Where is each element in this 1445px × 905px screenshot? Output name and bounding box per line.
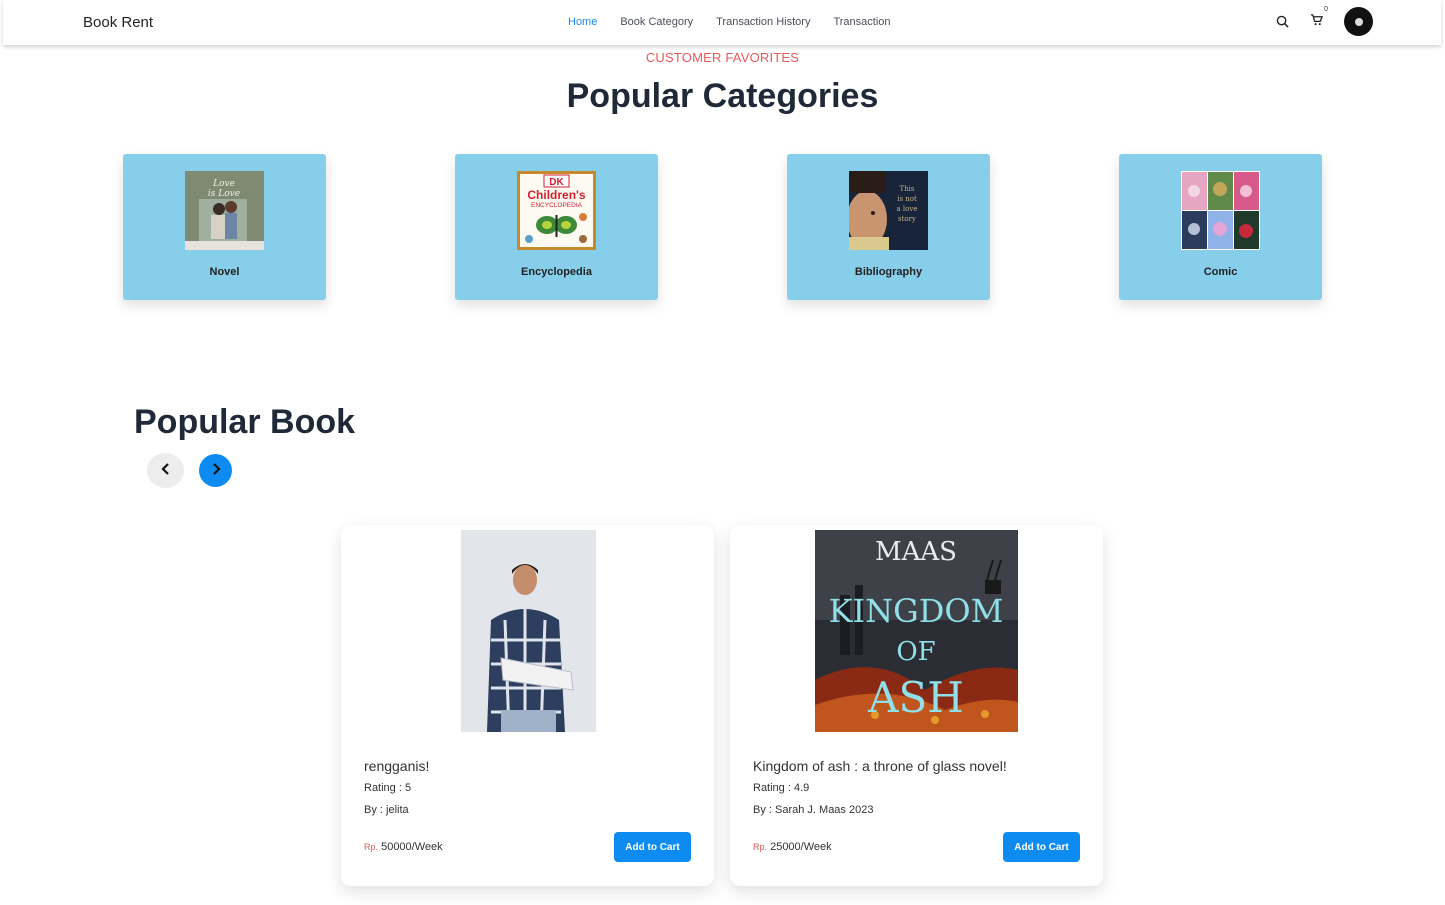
category-card-bibliography[interactable]: This is not a love story Bibliography — [787, 154, 990, 300]
svg-text:ENCYCLOPEDIA: ENCYCLOPEDIA — [531, 202, 583, 209]
book-author: By : Sarah J. Maas 2023 — [753, 804, 874, 816]
encyclopedia-cover-image: DK Children's ENCYCLOPEDIA — [517, 171, 596, 250]
nav-link-book-category[interactable]: Book Category — [620, 16, 693, 28]
bibliography-cover-image: This is not a love story — [849, 171, 928, 250]
brand-logo[interactable]: Book Rent — [83, 14, 153, 31]
category-card-encyclopedia[interactable]: DK Children's ENCYCLOPEDIA Encyclopedia — [455, 154, 658, 300]
book-title: Kingdom of ash : a throne of glass novel… — [753, 758, 1007, 774]
svg-text:ASH: ASH — [867, 673, 964, 722]
carousel-next-button[interactable] — [199, 454, 232, 487]
novel-cover-image: Love is Love — [185, 171, 264, 250]
price-value: 50000/Week — [381, 841, 443, 853]
add-to-cart-button[interactable]: Add to Cart — [1003, 832, 1080, 862]
svg-text:This: This — [899, 185, 914, 193]
search-icon[interactable] — [1272, 12, 1292, 32]
svg-text:DK: DK — [549, 177, 564, 188]
svg-text:KINGDOM: KINGDOM — [829, 592, 1004, 630]
comic-cover-image — [1181, 171, 1260, 250]
navbar: Book Rent Home Book Category Transaction… — [3, 0, 1441, 45]
price-value: 25000/Week — [770, 841, 832, 853]
book-card[interactable]: MAAS KINGDOM OF ASH Kingdom of ash : a t… — [730, 525, 1103, 886]
section-eyebrow: CUSTOMER FAVORITES — [645, 50, 800, 65]
price-currency: Rp. — [364, 842, 379, 852]
category-label: Bibliography — [854, 266, 923, 278]
category-label: Novel — [209, 266, 240, 278]
book-cover-image: MAAS KINGDOM OF ASH — [815, 530, 1018, 732]
nav-icons: 0 — [1272, 6, 1373, 36]
category-card-novel[interactable]: Love is Love Novel — [123, 154, 326, 300]
svg-text:OF: OF — [896, 637, 935, 667]
svg-text:Love: Love — [212, 179, 235, 189]
popular-book-title: Popular Book — [134, 403, 356, 441]
chevron-left-icon — [160, 462, 171, 480]
price-currency: Rp. — [753, 842, 768, 852]
book-rating: Rating : 4.9 — [753, 782, 810, 794]
nav-links: Home Book Category Transaction History T… — [568, 16, 914, 28]
book-author: By : jelita — [364, 804, 409, 816]
nav-link-transaction[interactable]: Transaction — [833, 16, 890, 28]
svg-text:is Love: is Love — [208, 189, 240, 199]
cart-icon — [1310, 13, 1323, 31]
svg-text:a love: a love — [897, 205, 918, 213]
add-to-cart-button[interactable]: Add to Cart — [614, 832, 691, 862]
nav-link-home[interactable]: Home — [568, 16, 597, 28]
popular-categories-title: Popular Categories — [566, 77, 879, 115]
book-rating: Rating : 5 — [364, 782, 412, 794]
book-title: rengganis! — [364, 758, 430, 774]
book-cover-image — [461, 530, 596, 732]
category-card-comic[interactable]: Comic — [1119, 154, 1322, 300]
chevron-right-icon — [211, 462, 221, 480]
nav-link-transaction-history[interactable]: Transaction History — [716, 16, 810, 28]
svg-text:story: story — [898, 215, 916, 223]
book-card[interactable]: rengganis! Rating : 5 By : jelita Rp. 50… — [341, 525, 714, 886]
svg-text:Children's: Children's — [527, 188, 586, 202]
svg-text:MAAS: MAAS — [875, 537, 957, 567]
carousel-prev-button[interactable] — [147, 453, 184, 488]
svg-text:is not: is not — [897, 195, 917, 203]
book-price: Rp. 25000/Week — [753, 841, 832, 853]
category-label: Comic — [1203, 266, 1238, 278]
category-label: Encyclopedia — [521, 266, 592, 278]
cart-button[interactable]: 0 — [1306, 6, 1328, 32]
cart-count-badge: 0 — [1324, 5, 1328, 13]
book-price: Rp. 50000/Week — [364, 841, 443, 853]
avatar[interactable] — [1344, 7, 1373, 36]
